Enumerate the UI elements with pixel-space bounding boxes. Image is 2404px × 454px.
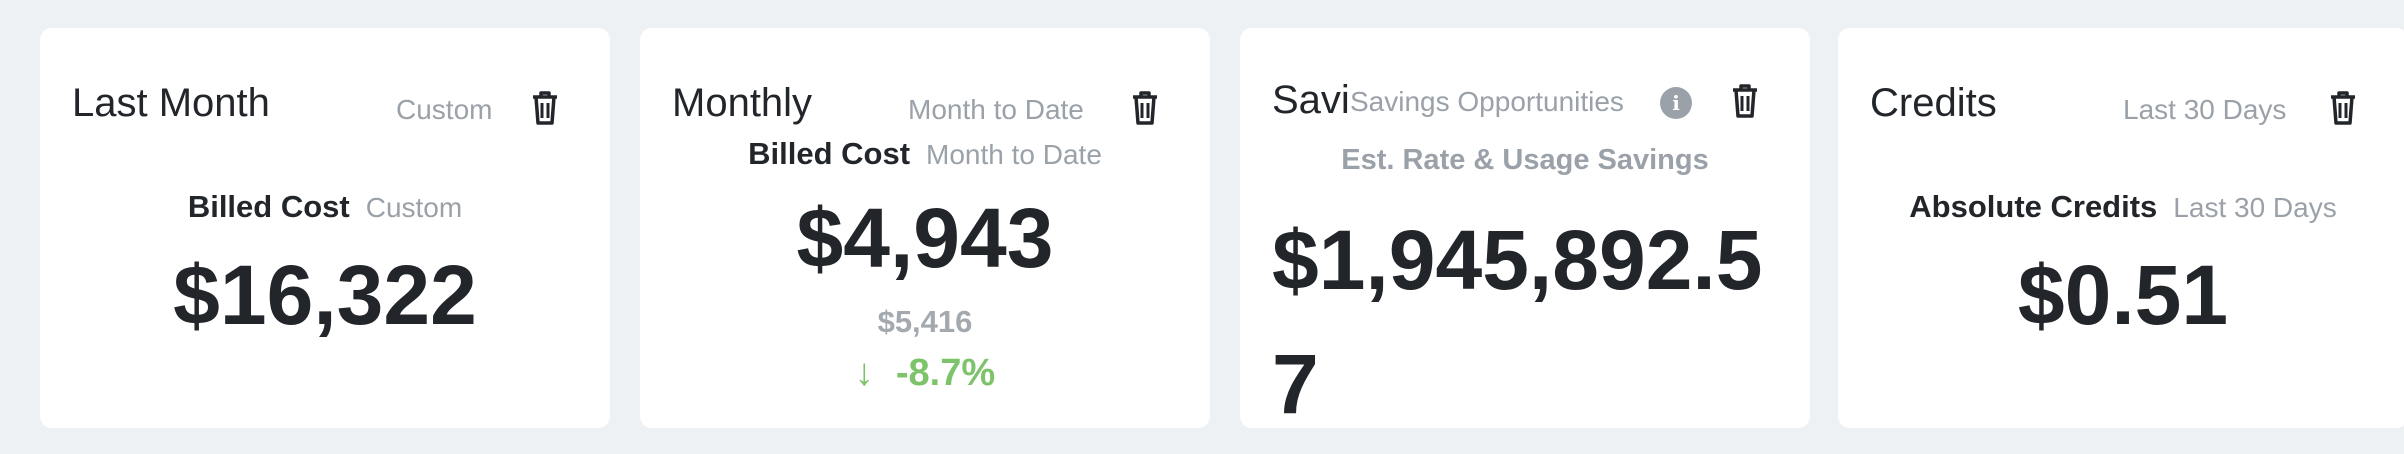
widget-last-month: Last Month Custom Billed Cost Custom $16,… xyxy=(40,28,610,428)
metric-range: Custom xyxy=(365,192,463,223)
date-range-label[interactable]: Month to Date xyxy=(908,96,1084,124)
widget-title: Credits xyxy=(1870,81,1997,125)
metric-range: Month to Date xyxy=(926,139,1102,170)
widget-title: Last Month xyxy=(72,81,270,125)
metric-label: Billed Cost xyxy=(187,189,350,224)
widget-title: Savi xyxy=(1272,80,1350,120)
metric-label: Est. Rate & Usage Savings xyxy=(1341,144,1709,176)
change-indicator: ↓ -8.7% xyxy=(640,354,1210,392)
metric-label-row: Billed Cost Custom xyxy=(40,191,610,222)
metric-label: Billed Cost xyxy=(748,136,911,171)
metric-label: Absolute Credits xyxy=(1909,189,2158,224)
widget-title: Monthly xyxy=(672,81,813,125)
trash-icon[interactable] xyxy=(2328,90,2358,126)
widget-monthly: Monthly Month to Date Billed Cost Month t… xyxy=(640,28,1210,428)
arrow-down-icon: ↓ xyxy=(854,352,874,394)
widget-savings: Savi Savings Opportunities i Est. Rate &… xyxy=(1240,28,1810,428)
trash-icon[interactable] xyxy=(530,90,560,126)
info-icon[interactable]: i xyxy=(1660,87,1692,119)
trash-icon[interactable] xyxy=(1730,83,1760,119)
metric-range: Last 30 Days xyxy=(2173,192,2337,223)
previous-value: $5,416 xyxy=(877,304,973,339)
date-range-label[interactable]: Last 30 Days xyxy=(2123,96,2286,124)
metric-label-row: Absolute Credits Last 30 Days xyxy=(1838,191,2404,222)
metric-label-row: Billed Cost Month to Date xyxy=(640,138,1210,169)
metric-value: $0.51 xyxy=(2017,248,2229,342)
change-percent: -8.7% xyxy=(895,352,996,394)
metric-label-row: Est. Rate & Usage Savings xyxy=(1240,146,1810,175)
metric-value: $4,943 xyxy=(796,191,1054,285)
trash-icon[interactable] xyxy=(1130,90,1160,126)
metric-value: $1,945,892.57 xyxy=(1272,213,1763,428)
savings-heading: Savings Opportunities xyxy=(1350,86,1624,117)
date-range-label[interactable]: Custom xyxy=(396,96,492,124)
widget-credits: Credits Last 30 Days Absolute Credits Las… xyxy=(1838,28,2404,428)
metric-value: $16,322 xyxy=(173,248,477,342)
